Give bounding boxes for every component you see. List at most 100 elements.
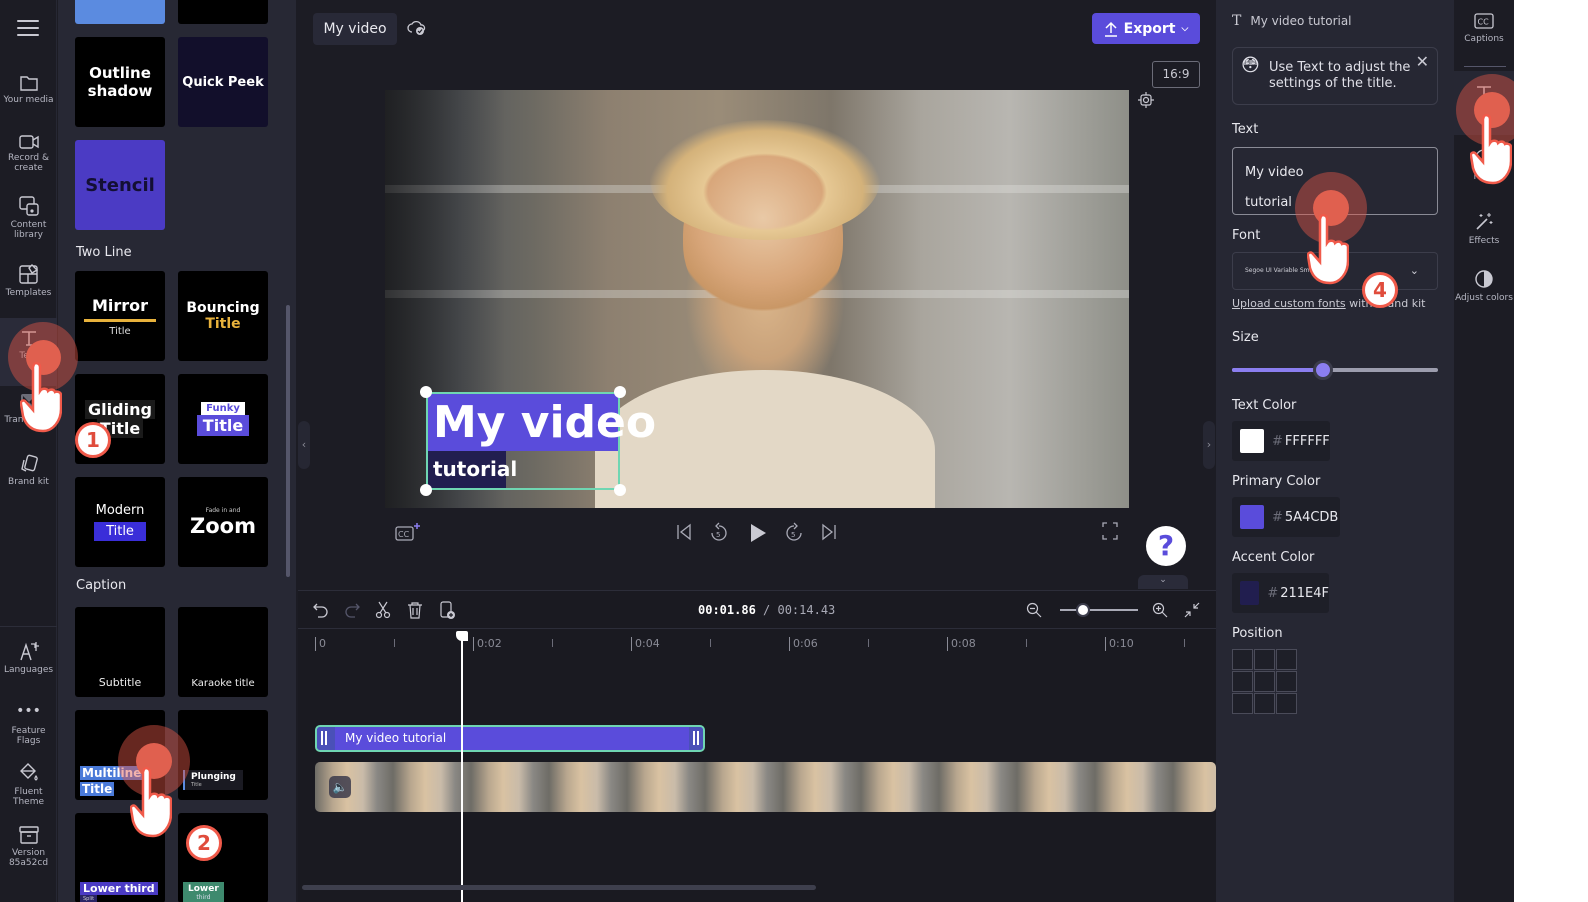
tile-outline-shadow[interactable]: Outline shadow [75,37,165,127]
clip-trim-handle-left[interactable] [317,727,335,750]
nav-your-media[interactable]: Your media [0,74,57,105]
zoom-slider-thumb[interactable] [1076,603,1091,617]
text-color-value[interactable]: FFFFFF [1285,434,1330,449]
audio-speaker-icon[interactable]: 🔈 [329,776,351,798]
collapse-left-panel-button[interactable]: ‹ [298,421,310,469]
split-scissors-icon[interactable] [375,601,391,619]
fit-timeline-icon[interactable] [1184,602,1200,618]
tile-subtitle[interactable]: Subtitle [75,607,165,697]
hamburger-menu-icon[interactable] [17,20,39,36]
auto-captions-icon[interactable]: CC [395,522,421,542]
title-overlay-line1[interactable]: My video [428,394,656,451]
skip-forward-icon[interactable] [821,522,837,542]
nav-brand-kit[interactable]: Brand kit [0,454,57,487]
text-color-swatch[interactable] [1240,429,1264,453]
languages-icon [19,642,39,661]
properties-header: T My video tutorial [1232,13,1352,29]
undo-icon[interactable] [313,602,329,618]
add-to-timeline-icon[interactable] [439,601,457,620]
delete-icon[interactable] [407,601,423,619]
skip-back-icon[interactable] [676,522,692,542]
position-center[interactable] [1254,671,1275,692]
nav-content-library[interactable]: Content library [0,195,57,240]
tile-stencil[interactable]: Stencil [75,140,165,230]
position-bottom-right[interactable] [1276,693,1297,714]
nav-feature-flags[interactable]: ••• Feature Flags [0,704,57,746]
primary-color-picker[interactable]: # 5A4CDB [1232,497,1340,537]
tile-plunging[interactable]: Plunging Title [178,710,268,800]
current-time: 00:01.86 [698,603,756,617]
position-top-right[interactable] [1276,649,1297,670]
rewind-5-icon[interactable]: 5 [710,522,728,544]
tile-label: Mirror [91,295,149,315]
resize-handle-bottom-right[interactable] [614,484,626,496]
nav-label: Fluent Theme [12,787,45,807]
position-top-center[interactable] [1254,649,1275,670]
timeline-ruler[interactable]: 0 0:02 0:04 0:06 0:08 0:10 [298,629,1216,653]
nav-languages[interactable]: Languages [0,640,57,675]
resize-handle-bottom-left[interactable] [420,484,432,496]
export-button[interactable]: Export ⌵ [1092,13,1200,44]
help-button[interactable]: ? [1146,526,1186,566]
play-icon[interactable] [748,522,768,544]
size-slider[interactable] [1232,360,1438,380]
position-middle-left[interactable] [1232,671,1253,692]
tile-fade-zoom[interactable]: Fade in and Zoom [178,477,268,567]
close-icon[interactable]: ✕ [1416,54,1429,70]
rnav-captions[interactable]: CC Captions [1454,12,1514,44]
text-template-tile[interactable] [75,0,165,24]
zoom-out-icon[interactable] [1026,602,1042,618]
position-top-left[interactable] [1232,649,1253,670]
position-bottom-left[interactable] [1232,693,1253,714]
tile-funky[interactable]: Funky Title [178,374,268,464]
size-slider-thumb[interactable] [1312,360,1333,380]
tile-modern[interactable]: Modern Title [75,477,165,567]
project-title-input[interactable]: My video [313,13,397,45]
collapse-right-panel-button[interactable]: › [1203,421,1215,469]
accent-color-value[interactable]: 211E4F [1280,586,1329,601]
position-bottom-center[interactable] [1254,693,1275,714]
tile-karaoke[interactable]: Karaoke title [178,607,268,697]
playhead[interactable] [455,631,468,902]
tile-bouncing[interactable]: Bouncing Title [178,271,268,361]
tile-lower[interactable]: Lower third [178,813,268,902]
accent-color-swatch[interactable] [1240,581,1260,605]
timeline-zoom-slider[interactable] [1060,603,1138,617]
nav-record-create[interactable]: Record & create [0,134,57,173]
primary-color-swatch[interactable] [1240,505,1264,529]
position-middle-right[interactable] [1276,671,1297,692]
pointing-hand-icon [1470,113,1512,185]
primary-color-value[interactable]: 5A4CDB [1285,510,1338,525]
upload-custom-fonts-link[interactable]: Upload custom fonts [1232,297,1346,310]
nav-divider [0,626,57,627]
settings-chip-icon[interactable] [1138,92,1154,108]
timeline-horizontal-scrollbar[interactable] [302,885,816,890]
title-overlay-line2[interactable]: tutorial [428,451,517,488]
rnav-effects[interactable]: Effects [1454,212,1514,246]
forward-5-icon[interactable]: 5 [785,522,803,544]
library-scrollbar[interactable] [286,305,290,577]
clip-trim-handle-right[interactable] [689,727,703,750]
accent-color-picker[interactable]: # 211E4F [1232,573,1329,613]
tile-quick-peek[interactable]: Quick Peek [178,37,268,127]
tile-label: Lower [188,884,219,894]
rnav-adjust-colors[interactable]: Adjust colors [1454,269,1514,303]
aspect-ratio-button[interactable]: 16:9 [1152,61,1200,88]
tile-mirror[interactable]: Mirror Title [75,271,165,361]
text-template-tile[interactable] [178,0,268,24]
resize-handle-top-right[interactable] [614,386,626,398]
nav-fluent-theme[interactable]: Fluent Theme [0,762,57,807]
collapse-preview-button[interactable]: ⌄ [1138,575,1188,589]
redo-icon[interactable] [344,602,360,618]
size-slider-fill [1232,368,1323,372]
nav-version[interactable]: Version 85a52cd [0,825,57,868]
fullscreen-icon[interactable] [1102,522,1118,540]
tile-sublabel: Title [80,782,115,796]
video-clip-track[interactable]: 🔈 [315,762,1216,812]
nav-templates[interactable]: Templates [0,263,57,298]
resize-handle-top-left[interactable] [420,386,432,398]
text-color-picker[interactable]: # FFFFFF [1232,421,1330,461]
title-overlay-selection[interactable]: My video tutorial [420,386,656,496]
text-clip-my-video-tutorial[interactable]: My video tutorial [315,725,705,752]
zoom-in-icon[interactable] [1152,602,1168,618]
